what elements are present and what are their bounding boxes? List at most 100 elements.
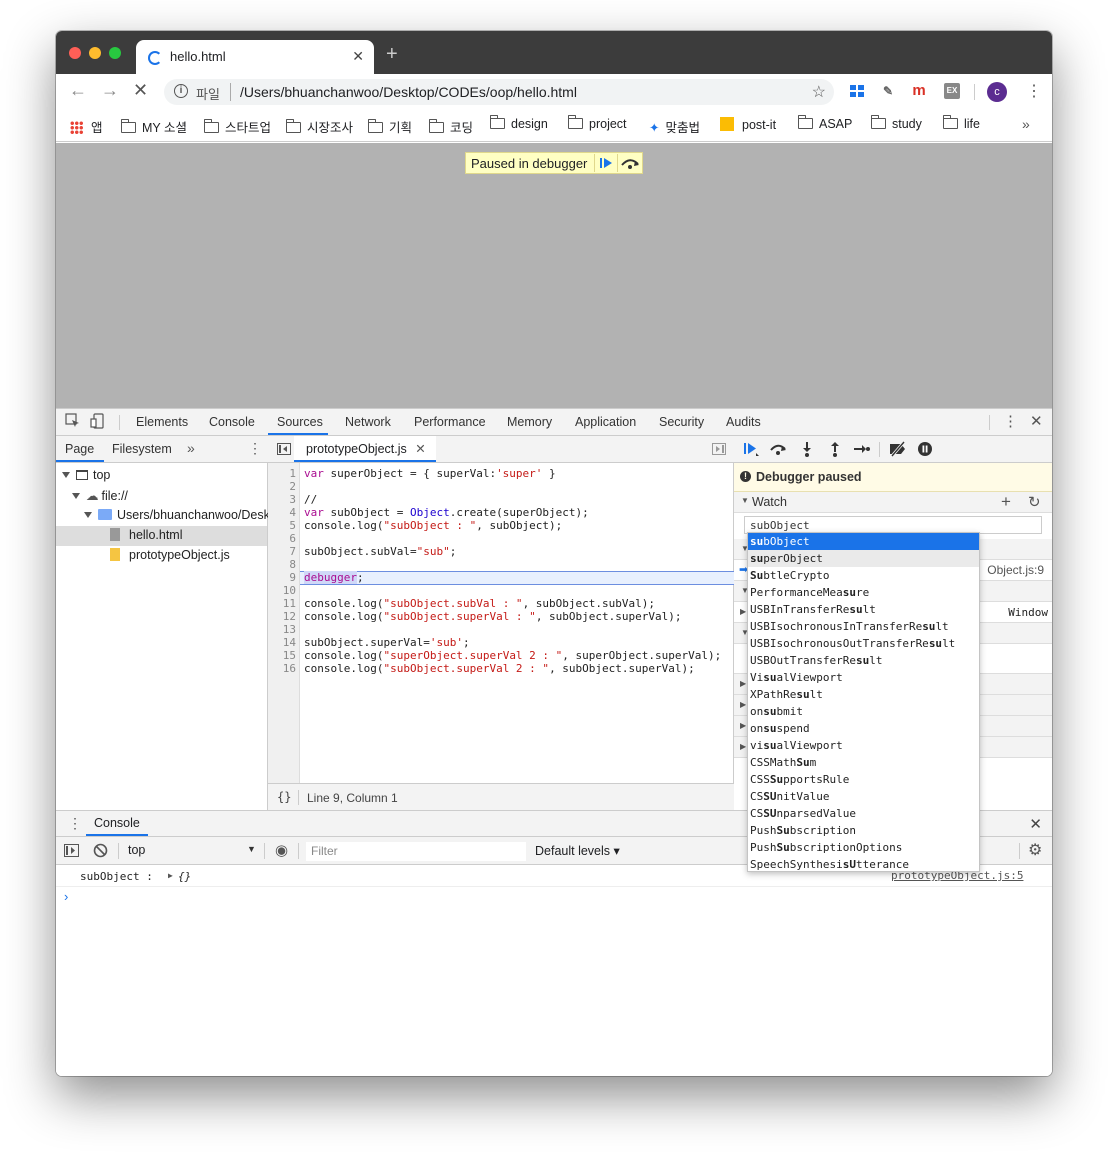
pause-on-exceptions-icon[interactable] <box>917 441 933 460</box>
call-frame-location[interactable]: Object.js:9 <box>987 563 1044 577</box>
bookmark-link[interactable]: ✦ 맞춤법 <box>649 117 700 136</box>
watch-autocomplete-dropdown[interactable]: subObject superObject SubtleCrypto Performa… <box>747 532 980 872</box>
autocomplete-item[interactable]: VisualViewport <box>748 669 979 686</box>
tab-elements[interactable]: Elements <box>136 415 188 429</box>
stop-button[interactable]: ✕ <box>133 80 148 101</box>
expand-triangle-icon[interactable] <box>84 512 92 518</box>
autocomplete-item[interactable]: XPathResult <box>748 686 979 703</box>
autocomplete-item[interactable]: CSSMathSum <box>748 754 979 771</box>
browser-tab[interactable]: hello.html ✕ <box>136 40 374 74</box>
forward-button[interactable]: → <box>101 80 119 101</box>
device-toolbar-icon[interactable] <box>90 413 106 432</box>
step-over-icon[interactable] <box>769 441 787 460</box>
show-sidebar-icon[interactable] <box>64 844 79 860</box>
toggle-debugger-icon[interactable] <box>712 443 726 458</box>
bookmark-folder[interactable]: 코딩 <box>429 117 473 136</box>
tab-memory[interactable]: Memory <box>507 415 552 429</box>
autocomplete-item[interactable]: PerformanceMeasure <box>748 584 979 601</box>
tab-network[interactable]: Network <box>345 415 391 429</box>
context-dropdown-icon[interactable]: ▼ <box>247 844 256 854</box>
expand-triangle-icon[interactable]: ▶ <box>740 742 746 751</box>
live-expression-eye-icon[interactable]: ◉ <box>275 841 288 859</box>
autocomplete-item[interactable]: USBIsochronousOutTransferResult <box>748 635 979 652</box>
extension-ex-icon[interactable]: EX <box>944 83 960 99</box>
autocomplete-item[interactable]: subObject <box>748 533 979 550</box>
tree-item-file[interactable]: hello.html <box>110 528 183 542</box>
zoom-window-button[interactable] <box>109 47 121 59</box>
toggle-navigator-icon[interactable] <box>277 443 291 458</box>
tab-performance[interactable]: Performance <box>414 415 486 429</box>
tree-item-file[interactable]: prototypeObject.js <box>110 548 230 562</box>
back-button[interactable]: ← <box>69 80 87 101</box>
autocomplete-item[interactable]: onsubmit <box>748 703 979 720</box>
tree-item-origin[interactable]: ☁ file:// <box>72 488 128 503</box>
bookmark-apps[interactable]: 앱 <box>70 117 103 136</box>
autocomplete-item[interactable]: superObject <box>748 550 979 567</box>
bookmark-folder[interactable]: ASAP <box>798 115 852 131</box>
autocomplete-item[interactable]: PushSubscriptionOptions <box>748 839 979 856</box>
log-object-value[interactable]: {} <box>178 870 191 883</box>
tree-item-top[interactable]: top <box>62 468 110 482</box>
expand-triangle-icon[interactable] <box>72 493 80 499</box>
tab-console-drawer[interactable]: Console <box>86 811 148 836</box>
bookmark-star-icon[interactable]: ☆ <box>812 82 826 102</box>
collapse-triangle-icon[interactable]: ▼ <box>741 496 749 505</box>
autocomplete-item[interactable]: SubtleCrypto <box>748 567 979 584</box>
context-selector[interactable]: top <box>128 843 145 857</box>
autocomplete-item[interactable]: CSSUnitValue <box>748 788 979 805</box>
line-number-gutter[interactable]: 1 2 3 4 5 6 7 8 9 10 11 12 13 14 15 16 <box>268 463 300 783</box>
resume-icon[interactable] <box>742 441 760 460</box>
inspect-element-icon[interactable] <box>65 413 81 432</box>
bookmark-folder[interactable]: design <box>490 115 548 131</box>
deactivate-breakpoints-icon[interactable] <box>888 441 908 460</box>
autocomplete-item[interactable]: visualViewport <box>748 737 979 754</box>
tab-close-icon[interactable]: ✕ <box>352 48 364 65</box>
pretty-print-button[interactable]: {} <box>277 790 291 804</box>
file-tab[interactable]: prototypeObject.js ✕ <box>294 436 436 462</box>
autocomplete-item[interactable]: USBInTransferResult <box>748 601 979 618</box>
autocomplete-item[interactable]: SpeechSynthesisUtterance <box>748 856 979 873</box>
drawer-menu-icon[interactable]: ⋮ <box>68 815 82 832</box>
autocomplete-item[interactable]: USBOutTransferResult <box>748 652 979 669</box>
tab-sources[interactable]: Sources <box>277 415 323 429</box>
expand-triangle-icon[interactable]: ▶ <box>740 700 746 709</box>
tab-filesystem[interactable]: Filesystem <box>112 442 172 456</box>
step-over-button[interactable] <box>617 154 641 172</box>
resume-button[interactable] <box>594 154 616 172</box>
autocomplete-item[interactable]: USBIsochronousInTransferResult <box>748 618 979 635</box>
console-filter-input[interactable]: Filter <box>306 842 526 861</box>
expand-triangle-icon[interactable]: ▶ <box>740 607 746 616</box>
navigator-menu-icon[interactable]: ⋮ <box>248 440 262 457</box>
bookmark-folder[interactable]: MY 소셜 <box>121 117 187 136</box>
autocomplete-item[interactable]: CSSUnparsedValue <box>748 805 979 822</box>
bookmark-link[interactable]: post-it <box>720 117 776 132</box>
code-content[interactable]: var superObject = { superVal:'super' } /… <box>304 463 734 783</box>
close-file-tab-icon[interactable]: ✕ <box>415 442 425 456</box>
info-icon[interactable]: i <box>174 84 188 98</box>
tab-console[interactable]: Console <box>209 415 255 429</box>
expand-object-icon[interactable]: ▶ <box>168 871 173 880</box>
bookmark-folder[interactable]: 스타트업 <box>204 117 271 136</box>
tab-audits[interactable]: Audits <box>726 415 761 429</box>
console-settings-gear-icon[interactable]: ⚙ <box>1028 840 1042 860</box>
autocomplete-item[interactable]: CSSSupportsRule <box>748 771 979 788</box>
autocomplete-item[interactable]: PushSubscription <box>748 822 979 839</box>
console-prompt[interactable]: › <box>64 889 68 904</box>
expand-triangle-icon[interactable]: ▶ <box>740 679 746 688</box>
chrome-menu-icon[interactable]: ⋮ <box>1026 81 1042 101</box>
clear-console-icon[interactable] <box>93 843 108 861</box>
refresh-watch-icon[interactable]: ↻ <box>1028 493 1041 511</box>
extension-m-icon[interactable]: m <box>911 83 927 99</box>
add-watch-icon[interactable]: + <box>1001 492 1011 512</box>
extension-grid-icon[interactable] <box>849 83 865 99</box>
step-icon[interactable] <box>853 441 871 460</box>
address-bar[interactable]: i 파일 /Users/bhuanchanwoo/Desktop/CODEs/o… <box>164 79 834 105</box>
bookmarks-overflow-button[interactable]: » <box>1022 116 1030 132</box>
watch-section-header[interactable]: ▼ Watch + ↻ <box>734 492 1052 513</box>
bookmark-folder[interactable]: 기획 <box>368 117 412 136</box>
new-tab-button[interactable]: + <box>386 43 398 66</box>
omnibox-url[interactable]: /Users/bhuanchanwoo/Desktop/CODEs/oop/he… <box>240 84 577 100</box>
close-window-button[interactable] <box>69 47 81 59</box>
devtools-close-icon[interactable]: ✕ <box>1030 412 1043 430</box>
autocomplete-item[interactable]: onsuspend <box>748 720 979 737</box>
